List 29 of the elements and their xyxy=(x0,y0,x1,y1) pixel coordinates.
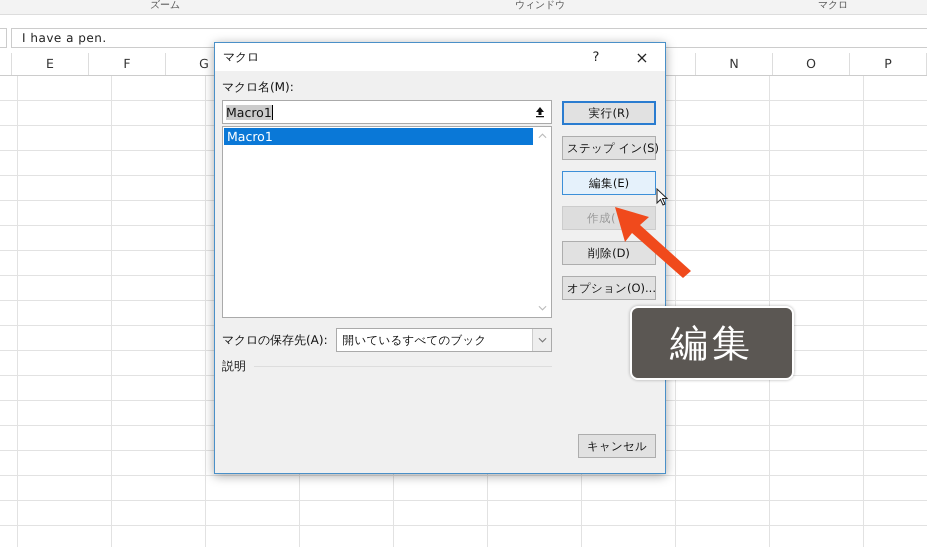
name-box[interactable] xyxy=(0,28,7,48)
scroll-up-icon[interactable] xyxy=(538,133,547,139)
dialog-button[interactable]: ステップ イン(S) xyxy=(562,136,656,160)
column-header[interactable]: P xyxy=(850,53,927,75)
caption-label: 編集 xyxy=(630,306,794,380)
ribbon-group-label: ウィンドウ xyxy=(515,0,565,12)
arrow-icon xyxy=(613,205,693,280)
column-header[interactable]: E xyxy=(12,53,89,75)
mouse-cursor-icon xyxy=(656,188,668,206)
ribbon-group-label: ズーム xyxy=(150,0,180,12)
column-header[interactable]: O xyxy=(773,53,850,75)
scroll-down-icon[interactable] xyxy=(538,305,547,311)
dialog-button[interactable]: 削除(D) xyxy=(562,241,656,265)
macro-list[interactable]: Macro1 xyxy=(222,126,552,318)
upload-icon[interactable] xyxy=(534,106,546,118)
macro-list-item[interactable]: Macro1 xyxy=(224,128,533,145)
store-location-label: マクロの保存先(A): xyxy=(222,332,328,348)
chevron-down-icon xyxy=(538,337,546,343)
dialog-button[interactable]: オプション(O)... xyxy=(562,276,656,300)
macro-name-field[interactable]: Macro1 xyxy=(222,100,552,124)
cancel-button[interactable]: キャンセル xyxy=(578,434,656,458)
column-header[interactable]: N xyxy=(695,53,773,75)
store-location-select[interactable]: 開いているすべてのブック xyxy=(336,328,552,352)
column-header[interactable]: F xyxy=(89,53,166,75)
macro-name-label: マクロ名(M): xyxy=(222,79,295,96)
ribbon-group-label: マクロ xyxy=(818,0,848,12)
dialog-button[interactable]: 実行(R) xyxy=(562,101,656,125)
dialog-button[interactable]: 編集(E) xyxy=(562,171,656,195)
description-label: 説明 xyxy=(222,358,246,375)
